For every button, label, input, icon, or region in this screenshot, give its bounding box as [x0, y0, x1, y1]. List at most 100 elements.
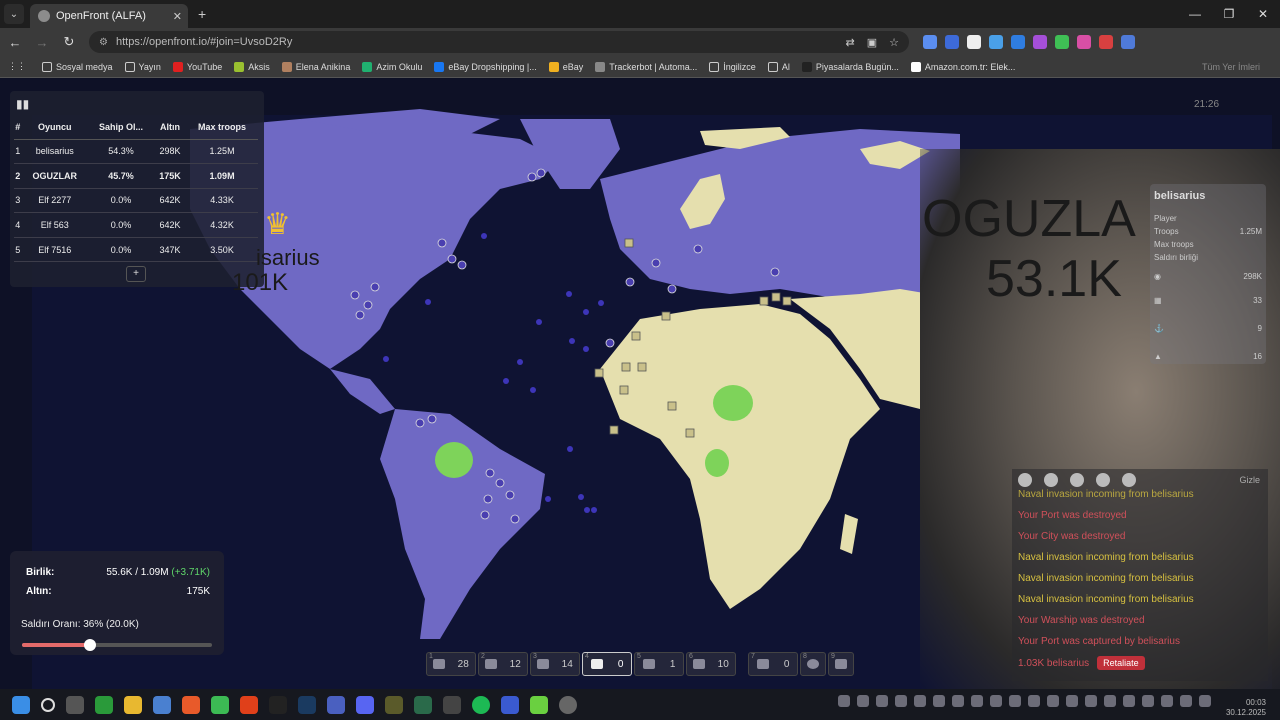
attack-ratio-slider[interactable]: [22, 639, 212, 651]
bookmark-item[interactable]: Al: [767, 61, 790, 72]
trade-icon[interactable]: [1070, 473, 1084, 487]
bookmark-item[interactable]: YouTube: [172, 61, 222, 72]
search-icon[interactable]: [41, 697, 55, 712]
tray-icon[interactable]: [952, 695, 964, 707]
bookmark-item[interactable]: eBay: [548, 61, 583, 72]
app-icon[interactable]: [501, 695, 519, 714]
tab-openfront[interactable]: OpenFront (ALFA) ✕: [30, 4, 188, 28]
col-owned[interactable]: Sahip Ol...: [88, 115, 154, 140]
windows-start-icon[interactable]: [12, 695, 30, 714]
tray-icon[interactable]: [971, 695, 983, 707]
build-warship-button[interactable]: 70: [748, 652, 798, 676]
bookmark-item[interactable]: Yayın: [124, 61, 161, 72]
brave-icon[interactable]: [182, 695, 200, 714]
extension-icon[interactable]: [1121, 35, 1135, 49]
extension-icon[interactable]: [989, 35, 1003, 49]
app-icon[interactable]: [327, 695, 345, 714]
extension-icon[interactable]: [1011, 35, 1025, 49]
chrome-icon[interactable]: [211, 695, 229, 714]
extension-icon[interactable]: [923, 35, 937, 49]
bookmark-item[interactable]: Sosyal medya: [42, 61, 113, 72]
spotify-icon[interactable]: [472, 695, 490, 714]
bookmark-item[interactable]: eBay Dropshipping |...: [434, 61, 537, 72]
app-icon[interactable]: [559, 695, 577, 714]
table-row[interactable]: 2 OGUZLAR 45.7% 175K 1.09M: [14, 163, 258, 189]
tray-icon[interactable]: [1104, 695, 1116, 707]
sword-icon[interactable]: [1018, 473, 1032, 487]
tray-icon[interactable]: [1028, 695, 1040, 707]
tray-icon[interactable]: [1199, 695, 1211, 707]
app-icon[interactable]: [66, 695, 84, 714]
extension-icon[interactable]: [967, 35, 981, 49]
bookmark-item[interactable]: Amazon.com.tr: Elek...: [910, 61, 1015, 72]
store-icon[interactable]: [153, 695, 171, 714]
nuke-icon[interactable]: [1044, 473, 1058, 487]
tray-icon[interactable]: [1085, 695, 1097, 707]
restore-button[interactable]: ❐: [1212, 0, 1246, 28]
bookmark-item[interactable]: Trackerbot | Automa...: [595, 61, 697, 72]
bookmark-item[interactable]: Elena Anikina: [281, 61, 350, 72]
table-row[interactable]: 5 Elf 7516 0.0% 347K 3.50K: [14, 237, 258, 263]
reload-button[interactable]: ↻: [57, 34, 81, 50]
bookmark-item[interactable]: Aksis: [234, 61, 270, 72]
build-city-button[interactable]: 1 28: [426, 652, 476, 676]
bar-chart-icon[interactable]: ▮▮: [16, 97, 29, 111]
back-button[interactable]: ←: [3, 35, 27, 50]
build-hydrogen-bomb-button[interactable]: 9: [828, 652, 854, 676]
game-canvas[interactable]: ▮▮ # Oyuncu Sahip Ol... Altın Max troops…: [0, 79, 1280, 689]
build-sam-launcher-button[interactable]: 6 10: [686, 652, 736, 676]
tray-icon[interactable]: [857, 695, 869, 707]
app-icon[interactable]: [240, 695, 258, 714]
translate-icon[interactable]: ⇄: [846, 36, 855, 49]
alliance-icon[interactable]: [1096, 473, 1110, 487]
site-info-icon[interactable]: ⚙: [99, 37, 108, 48]
expand-leaderboard-button[interactable]: +: [126, 266, 146, 282]
tray-icon[interactable]: [1066, 695, 1078, 707]
tray-icon[interactable]: [1009, 695, 1021, 707]
app-icon[interactable]: [530, 695, 548, 714]
col-player[interactable]: Oyuncu: [21, 115, 89, 140]
tray-icon[interactable]: [1123, 695, 1135, 707]
new-tab-button[interactable]: +: [198, 6, 206, 22]
close-window-button[interactable]: ✕: [1246, 0, 1280, 28]
retaliate-button[interactable]: Retaliate: [1097, 656, 1145, 670]
extension-icon[interactable]: [1055, 35, 1069, 49]
folder-icon[interactable]: [124, 695, 142, 714]
app-icon[interactable]: [443, 695, 461, 714]
apps-icon[interactable]: ⋮⋮: [8, 61, 26, 72]
bookmark-item[interactable]: Piyasalarda Bugün...: [801, 61, 899, 72]
xbox-icon[interactable]: [95, 695, 113, 714]
build-port-button[interactable]: 3 14: [530, 652, 580, 676]
address-bar[interactable]: ⚙ https://openfront.io/#join=UvsoD2Ry ⇄ …: [89, 31, 909, 53]
col-gold[interactable]: Altın: [153, 115, 187, 140]
tray-icon[interactable]: [914, 695, 926, 707]
tray-icon[interactable]: [1142, 695, 1154, 707]
taskbar-clock[interactable]: 00:03 30.12.2025: [1226, 698, 1266, 718]
tray-icon[interactable]: [933, 695, 945, 707]
hide-events-button[interactable]: Gizle: [1239, 475, 1260, 485]
bookmark-item[interactable]: Azim Okulu: [362, 61, 422, 72]
steam-icon[interactable]: [298, 695, 316, 714]
all-bookmarks[interactable]: Tüm Yer İmleri: [1202, 62, 1260, 72]
chat-icon[interactable]: [1122, 473, 1136, 487]
build-defense-post-button[interactable]: 40: [582, 652, 632, 676]
table-row[interactable]: 1 belisarius 54.3% 298K 1.25M: [14, 139, 258, 165]
build-atom-bomb-button[interactable]: 8: [800, 652, 826, 676]
close-tab-icon[interactable]: ✕: [173, 10, 182, 23]
install-app-icon[interactable]: ▣: [867, 36, 877, 49]
minimize-button[interactable]: —: [1178, 0, 1212, 28]
table-row[interactable]: 4 Elf 563 0.0% 642K 4.32K: [14, 212, 258, 238]
extension-icon[interactable]: [1033, 35, 1047, 49]
discord-icon[interactable]: [356, 695, 374, 714]
tray-icon[interactable]: [838, 695, 850, 707]
forward-button[interactable]: →: [30, 35, 54, 50]
bookmark-star-icon[interactable]: ☆: [889, 36, 899, 49]
tray-icon[interactable]: [1180, 695, 1192, 707]
extension-icon[interactable]: [1077, 35, 1091, 49]
tray-icon[interactable]: [1161, 695, 1173, 707]
tray-icon[interactable]: [1047, 695, 1059, 707]
app-icon[interactable]: [385, 695, 403, 714]
app-icon[interactable]: [414, 695, 432, 714]
extension-icon[interactable]: [945, 35, 959, 49]
tray-icon[interactable]: [876, 695, 888, 707]
